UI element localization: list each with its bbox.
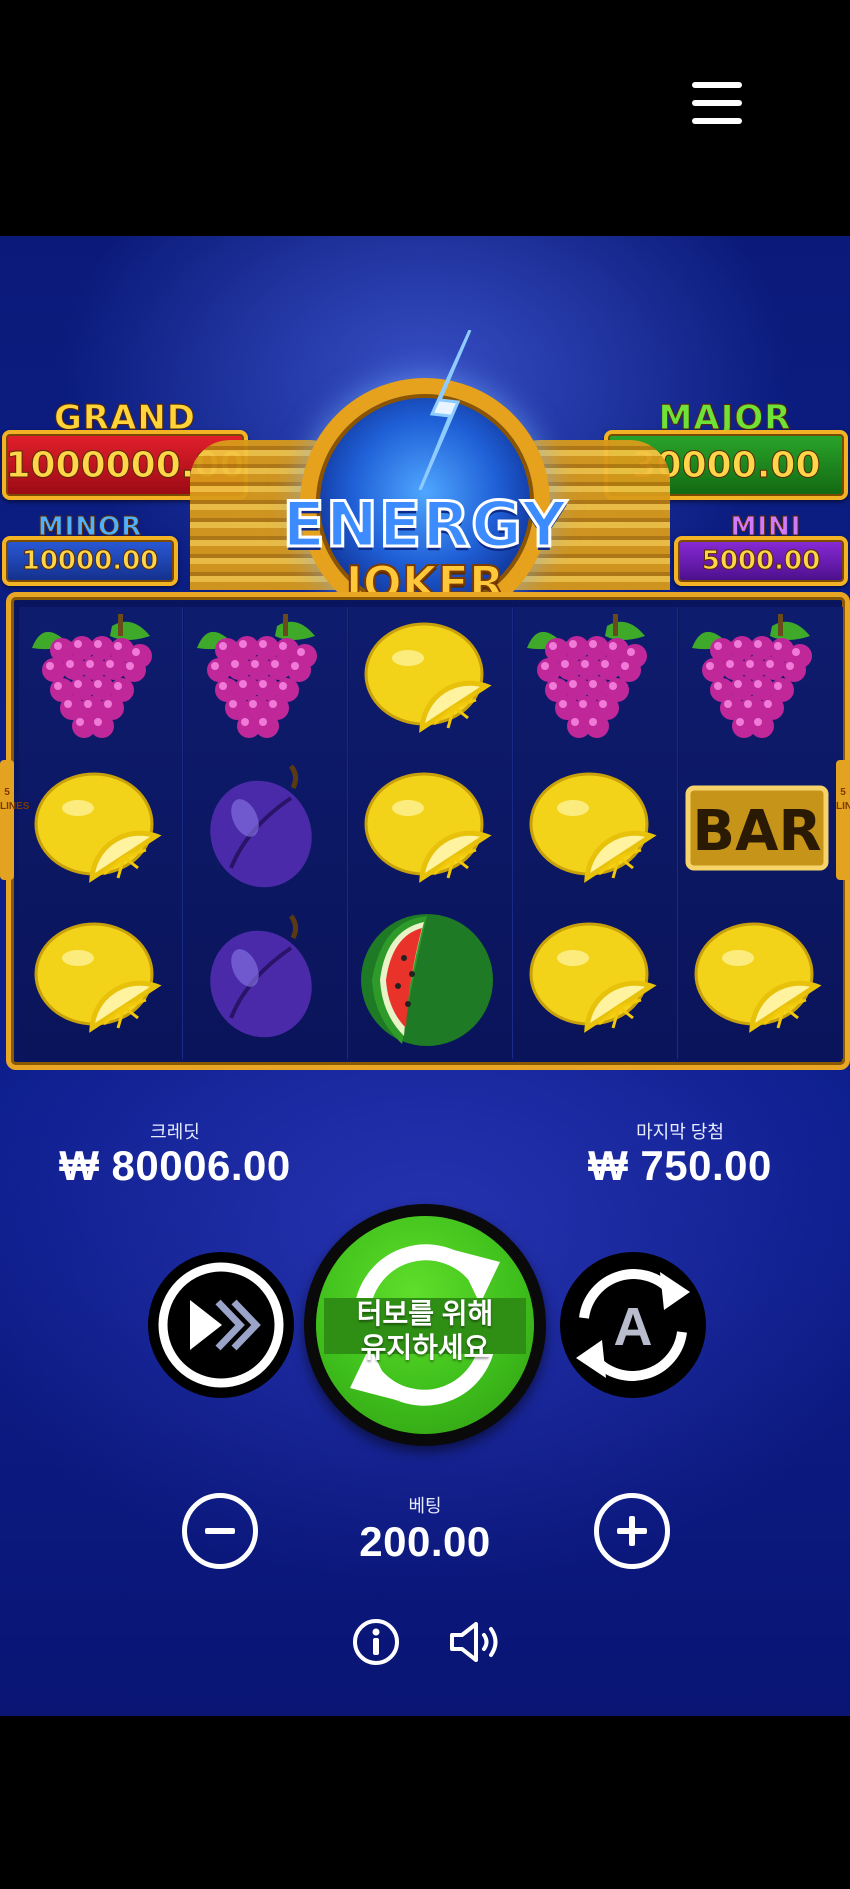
autoplay-letter: A [613,1297,653,1357]
symbol-bar: BAR [682,758,832,898]
symbol-plum [187,908,337,1048]
last-win-label: 마지막 당첨 [636,1122,724,1142]
spin-button[interactable]: 터보를 위해 유지하세요 [304,1204,546,1446]
bottom-bar [0,1716,850,1889]
symbol-plum [187,758,337,898]
info-button[interactable] [352,1618,400,1666]
bet-value: 200.00 [359,1518,491,1565]
symbol-lemon [682,908,832,1048]
jackpot-minor-value: 10000.00 [2,536,178,586]
hamburger-menu-icon[interactable] [692,82,742,124]
credit-label: 크레딧 [150,1122,200,1142]
symbol-lemon [352,608,502,748]
credit-value: ₩ 80006.00 [59,1142,291,1189]
symbol-lemon [517,908,667,1048]
increase-bet-button[interactable] [594,1493,670,1569]
top-bar [0,0,850,236]
lines-indicator-left: 5 LINES [0,760,29,880]
svg-text:BAR: BAR [692,799,821,864]
sound-icon [450,1622,498,1662]
turbo-button[interactable] [148,1252,294,1398]
sound-button[interactable] [448,1618,508,1666]
bet-label: 베팅 [408,1496,442,1516]
spin-text-line2: 유지하세요 [360,1332,490,1363]
lightning-bolt-icon [418,330,472,490]
symbol-lemon [22,908,172,1048]
info-icon [353,1619,399,1665]
jackpot-mini-value: 5000.00 [674,536,848,586]
decrease-bet-button[interactable] [182,1493,258,1569]
symbol-lemon [22,758,172,898]
symbol-watermelon [352,908,502,1048]
symbol-grapes [187,608,337,748]
minus-icon [205,1528,235,1534]
symbol-grapes [517,608,667,748]
last-win-value: ₩ 750.00 [588,1142,772,1189]
symbol-lemon [352,758,502,898]
lines-indicator-right: 5 LINES [836,760,850,880]
symbol-grapes [682,608,832,748]
symbol-lemon [517,758,667,898]
logo-energy-text: ENERGY [281,487,568,563]
fast-forward-icon [158,1262,284,1388]
autoplay-button[interactable]: A [560,1252,706,1398]
symbol-grapes [22,608,172,748]
plus-icon [617,1516,647,1546]
